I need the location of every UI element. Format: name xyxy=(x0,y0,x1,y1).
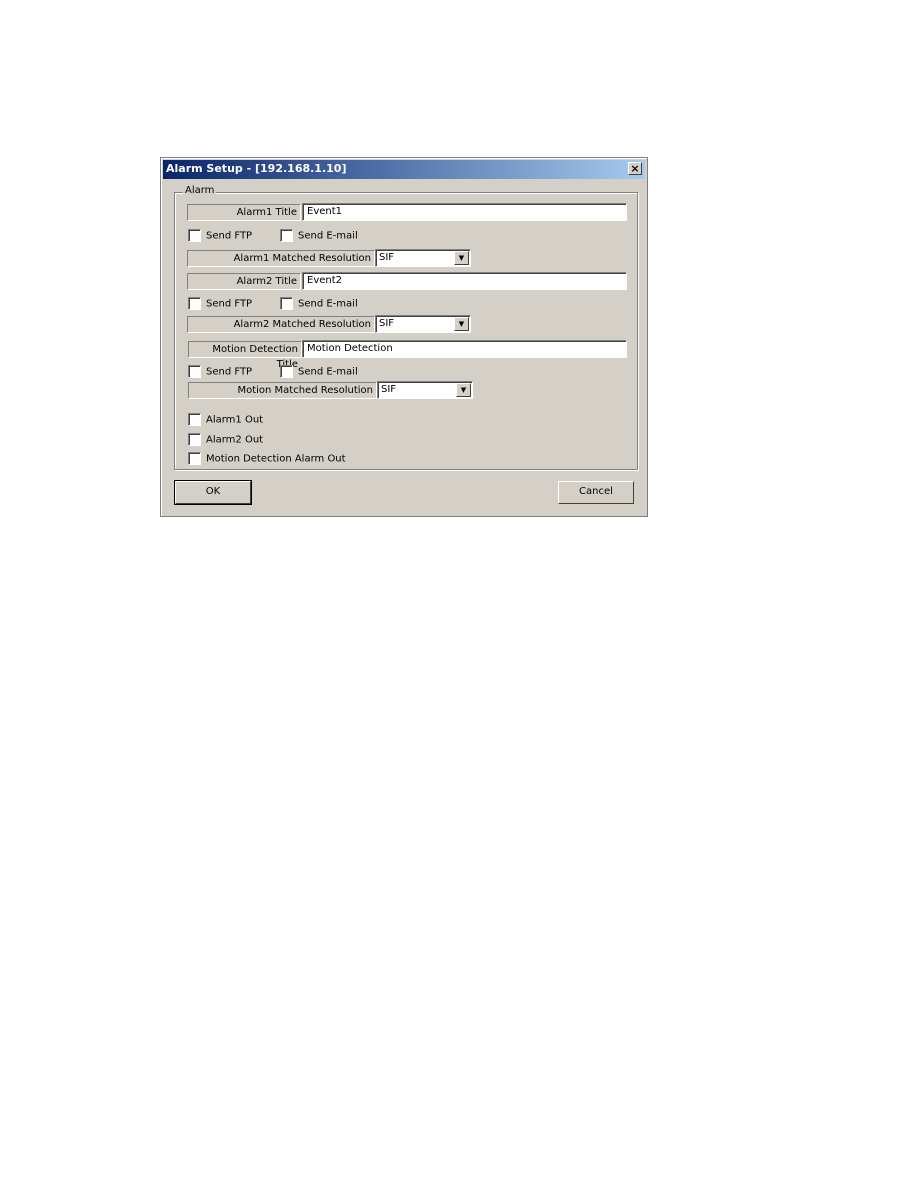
alarm2-out-checkbox[interactable]: Alarm2 Out xyxy=(188,433,263,447)
alarm1-send-ftp-checkbox[interactable]: Send FTP xyxy=(188,229,252,243)
motion-send-ftp-label: Send FTP xyxy=(206,366,253,378)
alarm2-resolution-select[interactable]: SIF ▼ xyxy=(375,315,471,333)
motion-send-ftp-checkbox[interactable]: Send FTP xyxy=(188,365,252,379)
chevron-down-icon[interactable]: ▼ xyxy=(456,383,471,397)
alarm2-title-label: Alarm2 Title xyxy=(187,273,301,290)
alarm1-send-email-checkbox[interactable]: Send E-mail xyxy=(280,229,358,243)
motion-send-email-checkbox[interactable]: Send E-mail xyxy=(280,365,358,379)
motion-title-input[interactable]: Motion Detection xyxy=(302,340,627,358)
close-icon[interactable]: × xyxy=(628,162,642,175)
alarm2-title-input[interactable]: Event2 xyxy=(302,272,627,290)
alarm1-send-email-label: Send E-mail xyxy=(298,230,358,242)
cancel-button[interactable]: Cancel xyxy=(558,481,634,504)
alarm-setup-dialog: Alarm Setup - [192.168.1.10] × Alarm Ala… xyxy=(160,157,648,517)
alarm1-resolution-value: SIF xyxy=(379,252,395,263)
alarm1-out-checkbox[interactable]: Alarm1 Out xyxy=(188,413,263,427)
window-title: Alarm Setup - [192.168.1.10] xyxy=(166,162,347,175)
alarm2-resolution-value: SIF xyxy=(379,318,395,329)
motion-resolution-label: Motion Matched Resolution xyxy=(188,382,377,399)
group-legend: Alarm xyxy=(183,185,217,196)
motion-alarm-out-checkbox[interactable]: Motion Detection Alarm Out xyxy=(188,452,346,466)
motion-title-label: Motion Detection Title xyxy=(188,341,302,370)
chevron-down-icon[interactable]: ▼ xyxy=(454,317,469,331)
alarm2-send-email-label: Send E-mail xyxy=(298,298,358,310)
alarm1-resolution-select[interactable]: SIF ▼ xyxy=(375,249,471,267)
motion-resolution-select[interactable]: SIF ▼ xyxy=(377,381,473,399)
alarm1-title-input[interactable]: Event1 xyxy=(302,203,627,221)
alarm1-out-label: Alarm1 Out xyxy=(206,414,264,426)
alarm2-send-ftp-checkbox[interactable]: Send FTP xyxy=(188,297,252,311)
chevron-down-icon[interactable]: ▼ xyxy=(454,251,469,265)
alarm-group: Alarm Alarm1 Title Event1 Send FTP Send … xyxy=(174,185,638,470)
alarm2-resolution-label: Alarm2 Matched Resolution xyxy=(187,316,375,333)
motion-resolution-value: SIF xyxy=(381,384,397,395)
motion-alarm-out-label: Motion Detection Alarm Out xyxy=(206,453,346,465)
alarm1-send-ftp-label: Send FTP xyxy=(206,230,253,242)
alarm1-resolution-label: Alarm1 Matched Resolution xyxy=(187,250,375,267)
alarm2-send-ftp-label: Send FTP xyxy=(206,298,253,310)
title-bar: Alarm Setup - [192.168.1.10] × xyxy=(163,160,645,179)
alarm2-send-email-checkbox[interactable]: Send E-mail xyxy=(280,297,358,311)
alarm2-out-label: Alarm2 Out xyxy=(206,434,264,446)
ok-button[interactable]: OK xyxy=(174,480,252,505)
alarm1-title-label: Alarm1 Title xyxy=(187,204,301,221)
motion-send-email-label: Send E-mail xyxy=(298,366,358,378)
